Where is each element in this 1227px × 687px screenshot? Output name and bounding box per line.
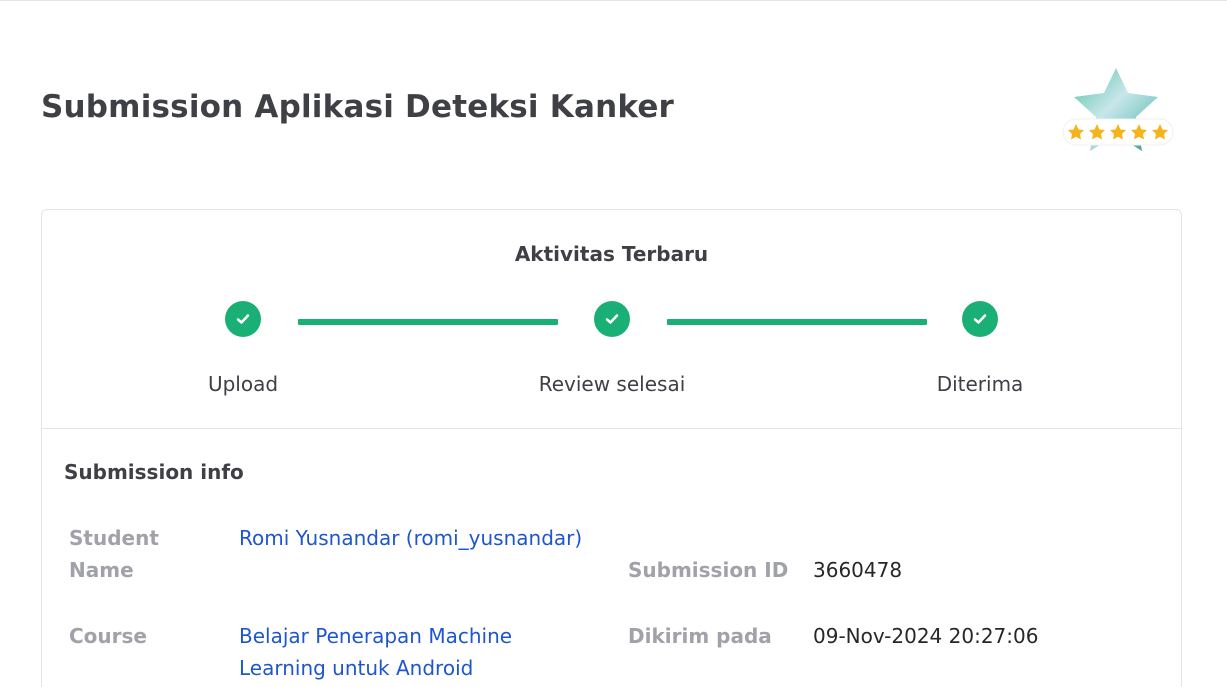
course-label: Course xyxy=(69,624,147,648)
submission-info-title: Submission info xyxy=(64,460,244,484)
step-upload-check-icon xyxy=(225,301,261,337)
step-accepted-label: Diterima xyxy=(936,372,1024,396)
star-rating-badge-icon xyxy=(1058,63,1178,163)
submission-id-label: Submission ID xyxy=(628,558,789,582)
step-connector-2 xyxy=(667,319,927,325)
student-name-link[interactable]: Romi Yusnandar (romi_yusnandar) xyxy=(239,522,619,554)
step-accepted-check-icon xyxy=(962,301,998,337)
step-connector-1 xyxy=(298,319,558,325)
submitted-at-label: Dikirim pada xyxy=(628,624,772,648)
step-upload-label: Upload xyxy=(207,372,279,396)
page-title: Submission Aplikasi Deteksi Kanker xyxy=(41,89,675,125)
submitted-at-value: 09-Nov-2024 20:27:06 xyxy=(813,624,1039,648)
card-divider xyxy=(42,428,1181,429)
step-review-check-icon xyxy=(594,301,630,337)
submission-page: Submission Aplikasi Deteksi Kanker Aktiv… xyxy=(0,0,1227,687)
submission-id-value: 3660478 xyxy=(813,558,903,582)
course-link[interactable]: Belajar Penerapan Machine Learning untuk… xyxy=(239,620,559,684)
student-name-label: Student Name xyxy=(69,526,159,582)
activity-title: Aktivitas Terbaru xyxy=(514,242,709,266)
submission-card: Aktivitas Terbaru Upload Review selesai … xyxy=(41,209,1182,687)
step-review-label: Review selesai xyxy=(538,372,686,396)
